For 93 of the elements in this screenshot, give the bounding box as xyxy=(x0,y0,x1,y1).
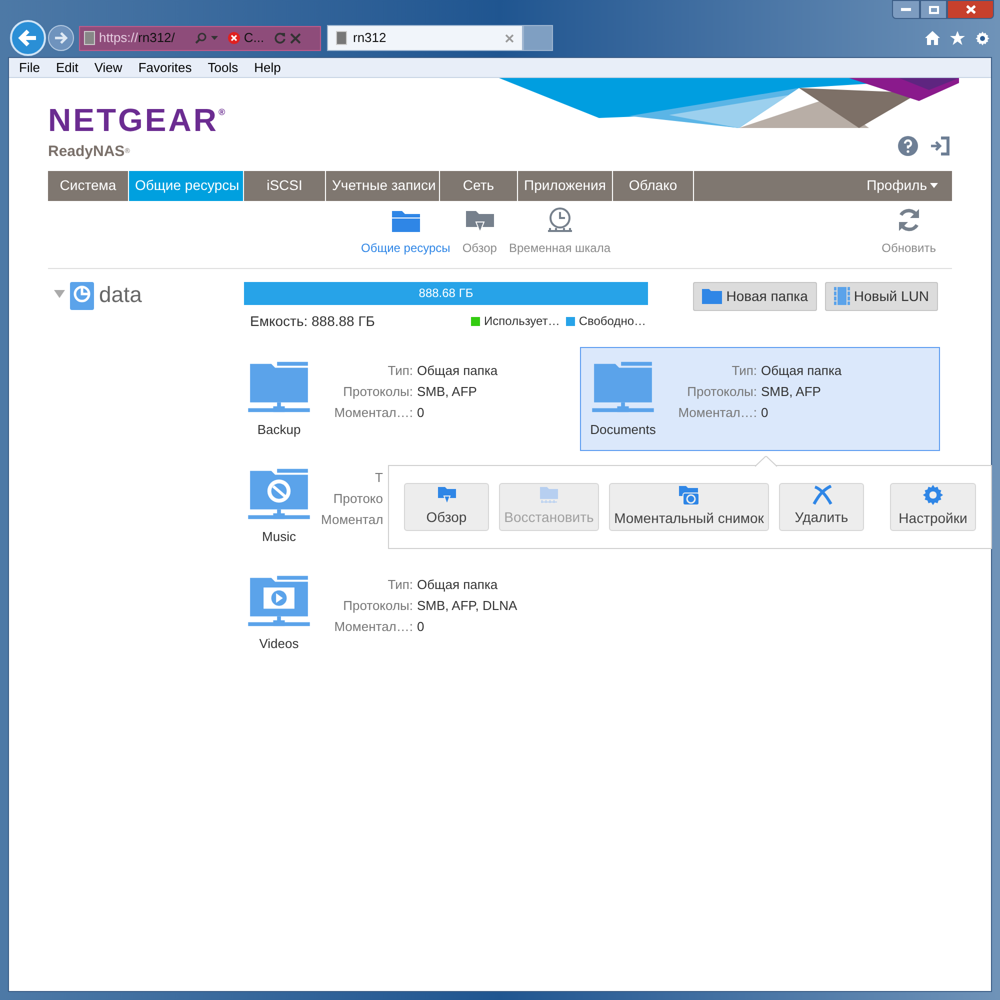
nav-tab[interactable]: Учетные записи xyxy=(326,170,440,200)
arrow-left-icon xyxy=(18,29,38,47)
folder-icon xyxy=(702,288,722,304)
field-label: Моментал…: xyxy=(333,404,413,422)
share-name: Music xyxy=(262,528,296,546)
snapshot-button[interactable]: Моментальный снимок xyxy=(609,482,769,530)
field-value: Общая папка xyxy=(761,362,842,380)
field-value: SMB, AFP xyxy=(761,382,822,400)
folder-download-icon xyxy=(436,485,456,505)
error-icon xyxy=(228,32,240,44)
close-icon xyxy=(966,5,976,14)
share-name: Videos xyxy=(259,634,299,652)
capacity-text: Емкость: 888.88 ГБ xyxy=(250,312,375,330)
menu-item[interactable]: Favorites xyxy=(138,58,192,78)
page-icon xyxy=(336,31,347,45)
search-icon xyxy=(194,32,207,44)
menu-item[interactable]: Tools xyxy=(208,58,238,78)
settings-icon xyxy=(922,484,944,506)
profile-menu[interactable]: Профиль xyxy=(866,170,938,200)
menu-item[interactable]: File xyxy=(19,58,40,78)
cross-icon xyxy=(810,485,832,505)
maximize-button[interactable] xyxy=(920,0,947,19)
close-icon xyxy=(290,32,302,44)
product-name: ReadyNAS$^{®}$ xyxy=(48,142,131,162)
browse-button[interactable]: Обзор xyxy=(404,482,489,530)
capacity-bar-label: 888.68 ГБ xyxy=(418,285,474,302)
legend-label: Свободно… xyxy=(578,313,646,330)
browser-tab[interactable]: rn312 xyxy=(327,25,523,51)
page-icon xyxy=(84,31,95,45)
address-bar[interactable]: https://rn312/ C... xyxy=(79,26,321,50)
caret-icon xyxy=(210,36,218,40)
forward-button[interactable] xyxy=(48,25,74,51)
folder-download-icon xyxy=(464,208,495,232)
share-name: Backup xyxy=(257,420,301,439)
brand-logo: NETGEAR$^{®}$ xyxy=(48,105,228,135)
network-folder-icon xyxy=(592,360,654,414)
folder-camera-icon xyxy=(678,484,700,506)
arrow-right-icon xyxy=(54,32,68,44)
close-button[interactable] xyxy=(947,0,994,19)
minimize-button[interactable] xyxy=(892,0,920,19)
field-label: Т xyxy=(374,468,383,486)
menu-item[interactable]: Edit xyxy=(56,58,78,78)
field-label: Моментал…: xyxy=(677,404,757,422)
share-name: Documents xyxy=(590,420,656,438)
field-label: Протоколы: xyxy=(342,382,413,401)
menu-item[interactable]: View xyxy=(94,58,122,78)
nav-tab[interactable]: Облако xyxy=(613,170,694,200)
field-value: SMB, AFP, DLNA xyxy=(417,596,518,614)
new-folder-button[interactable]: Новая папка xyxy=(693,282,817,310)
field-label: Протоколы: xyxy=(686,382,757,401)
subnav-item[interactable]: Общие ресурсы xyxy=(361,208,450,256)
field-label: Протоко xyxy=(332,490,383,508)
refresh-icon xyxy=(274,32,286,44)
nav-tab[interactable]: Приложения xyxy=(518,170,613,200)
caret-icon xyxy=(930,183,938,188)
field-label: Моментал xyxy=(321,510,383,528)
star-icon[interactable] xyxy=(950,31,965,45)
field-value: 0 xyxy=(417,618,426,636)
field-value: Общая папка xyxy=(417,576,499,594)
home-icon[interactable] xyxy=(925,31,940,45)
menu-item[interactable]: Help xyxy=(254,58,281,78)
field-value: 0 xyxy=(761,404,770,422)
field-value: Общая папка xyxy=(417,362,498,380)
back-button[interactable] xyxy=(10,20,46,56)
close-icon xyxy=(505,34,514,42)
help-icon[interactable] xyxy=(898,136,918,156)
volume-icon xyxy=(70,282,94,310)
collapse-arrow-icon[interactable] xyxy=(54,290,65,298)
settings-button[interactable]: Настройки xyxy=(890,482,976,530)
share-card[interactable]: Documents Тип: Общая папка Протоколы: SMB, AFP Моментал…: 0 xyxy=(580,346,940,450)
tab-title: rn312 xyxy=(353,29,386,48)
field-label: Тип: xyxy=(386,576,413,594)
folder-timeline-icon xyxy=(539,485,559,505)
field-value: SMB, AFP xyxy=(417,382,478,400)
new-lun-button[interactable]: Новый LUN xyxy=(824,282,938,310)
field-label: Протоколы: xyxy=(342,596,413,615)
legend-label: Использует… xyxy=(484,313,560,330)
address-text: https://rn312/ xyxy=(99,29,175,48)
logout-icon[interactable] xyxy=(930,136,950,156)
field-label: Моментал…: xyxy=(333,618,413,636)
delete-button[interactable]: Удалить xyxy=(779,482,864,530)
settings-icon[interactable] xyxy=(975,30,990,46)
certificate-error-text: C... xyxy=(244,29,264,48)
film-icon xyxy=(834,287,850,305)
field-label: Тип: xyxy=(730,362,757,380)
nav-tab[interactable]: iSCSI xyxy=(244,170,326,200)
nav-tab[interactable]: Сеть xyxy=(440,170,518,200)
folder-icon xyxy=(390,208,421,232)
network-folder-icon xyxy=(248,360,310,414)
video-folder-icon xyxy=(248,574,310,628)
volume-name: data xyxy=(99,282,142,308)
field-value: 0 xyxy=(417,404,426,422)
field-label: Тип: xyxy=(386,362,413,380)
